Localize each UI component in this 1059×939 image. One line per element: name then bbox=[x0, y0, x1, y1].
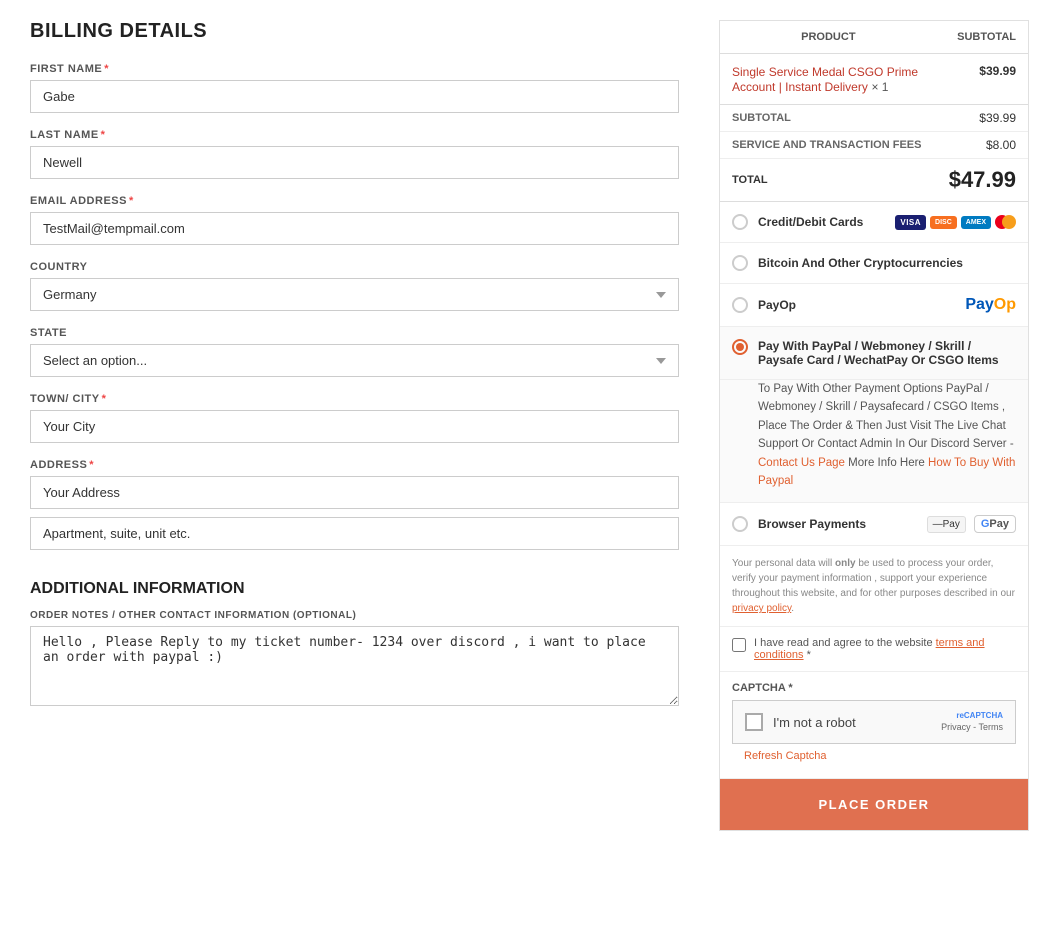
browser-pay-icon: ―Pay bbox=[927, 516, 966, 533]
town-input[interactable] bbox=[30, 410, 679, 443]
discover-icon: DISC bbox=[930, 216, 957, 229]
product-name: Single Service Medal CSGO Prime Account … bbox=[732, 65, 918, 94]
amex-icon: AMEX bbox=[961, 216, 991, 229]
place-order-button[interactable]: PLACE ORDER bbox=[720, 779, 1028, 830]
order-summary-box: PRODUCT SUBTOTAL Single Service Medal CS… bbox=[719, 20, 1029, 831]
last-name-input[interactable] bbox=[30, 146, 679, 179]
address2-input[interactable] bbox=[30, 517, 679, 550]
fees-row: SERVICE AND TRANSACTION FEES $8.00 bbox=[720, 132, 1028, 159]
credit-label: Credit/Debit Cards bbox=[758, 215, 885, 229]
fees-value: $8.00 bbox=[937, 132, 1028, 159]
payop-logo: PayOp bbox=[965, 296, 1016, 314]
additional-section: ADDITIONAL INFORMATION ORDER NOTES / OTH… bbox=[30, 580, 679, 709]
additional-title: ADDITIONAL INFORMATION bbox=[30, 580, 679, 598]
state-group: STATE Select an option... bbox=[30, 327, 679, 377]
email-group: EMAIL ADDRESS* bbox=[30, 195, 679, 245]
browser-label: Browser Payments bbox=[758, 517, 917, 531]
email-input[interactable] bbox=[30, 212, 679, 245]
product-header: PRODUCT bbox=[720, 21, 937, 54]
captcha-label: CAPTCHA * bbox=[732, 682, 1016, 694]
first-name-label: FIRST NAME* bbox=[30, 63, 679, 75]
terms-label: I have read and agree to the website ter… bbox=[754, 637, 1016, 661]
billing-section: BILLING DETAILS FIRST NAME* LAST NAME* E… bbox=[30, 20, 679, 831]
first-name-input[interactable] bbox=[30, 80, 679, 113]
billing-title: BILLING DETAILS bbox=[30, 20, 679, 43]
address-label: ADDRESS* bbox=[30, 459, 679, 471]
paypal-label: Pay With PayPal / Webmoney / Skrill / Pa… bbox=[758, 339, 1016, 367]
country-group: COUNTRY Germany bbox=[30, 261, 679, 311]
terms-row: I have read and agree to the website ter… bbox=[720, 627, 1028, 672]
browser-radio[interactable] bbox=[732, 516, 748, 532]
address-group: ADDRESS* bbox=[30, 459, 679, 550]
country-select[interactable]: Germany bbox=[30, 278, 679, 311]
refresh-captcha-link[interactable]: Refresh Captcha bbox=[732, 744, 1016, 768]
payment-option-credit[interactable]: Credit/Debit Cards VISA DISC AMEX bbox=[720, 202, 1028, 243]
order-notes-textarea[interactable]: Hello , Please Reply to my ticket number… bbox=[30, 626, 679, 706]
product-price: $39.99 bbox=[937, 54, 1028, 105]
last-name-group: LAST NAME* bbox=[30, 129, 679, 179]
total-label: TOTAL bbox=[720, 159, 937, 202]
crypto-radio[interactable] bbox=[732, 255, 748, 271]
last-name-label: LAST NAME* bbox=[30, 129, 679, 141]
fees-label: SERVICE AND TRANSACTION FEES bbox=[720, 132, 937, 159]
product-qty: × 1 bbox=[871, 80, 888, 94]
subtotal-row: SUBTOTAL $39.99 bbox=[720, 105, 1028, 132]
captcha-checkbox[interactable] bbox=[745, 713, 763, 731]
captcha-section: CAPTCHA * I'm not a robot reCAPTCHA Priv… bbox=[720, 672, 1028, 779]
order-summary-panel: PRODUCT SUBTOTAL Single Service Medal CS… bbox=[719, 20, 1029, 831]
paypal-description: To Pay With Other Payment Options PayPal… bbox=[758, 380, 1016, 490]
country-label: COUNTRY bbox=[30, 261, 679, 273]
first-name-group: FIRST NAME* bbox=[30, 63, 679, 113]
payment-option-payop[interactable]: PayOp PayOp bbox=[720, 284, 1028, 327]
captcha-box[interactable]: I'm not a robot reCAPTCHA Privacy - Term… bbox=[732, 700, 1016, 744]
payment-option-crypto[interactable]: Bitcoin And Other Cryptocurrencies bbox=[720, 243, 1028, 284]
table-row: Single Service Medal CSGO Prime Account … bbox=[720, 54, 1028, 105]
town-group: TOWN/ CITY* bbox=[30, 393, 679, 443]
browser-payment-icons: ―Pay GPay bbox=[927, 515, 1016, 533]
subtotal-value: $39.99 bbox=[937, 105, 1028, 132]
crypto-label: Bitcoin And Other Cryptocurrencies bbox=[758, 256, 1016, 270]
recaptcha-logo: reCAPTCHA Privacy - Terms bbox=[941, 711, 1003, 733]
terms-checkbox[interactable] bbox=[732, 638, 746, 652]
subtotal-header: SUBTOTAL bbox=[937, 21, 1028, 54]
gpay-icon: GPay bbox=[974, 515, 1016, 533]
privacy-text: Your personal data will only be used to … bbox=[720, 546, 1028, 627]
mastercard-icon bbox=[995, 215, 1016, 229]
captcha-text: I'm not a robot bbox=[773, 715, 856, 730]
paypal-expanded-content: To Pay With Other Payment Options PayPal… bbox=[720, 380, 1028, 503]
terms-link[interactable]: terms and conditions bbox=[754, 637, 985, 661]
email-label: EMAIL ADDRESS* bbox=[30, 195, 679, 207]
payop-radio[interactable] bbox=[732, 297, 748, 313]
payment-option-paypal[interactable]: Pay With PayPal / Webmoney / Skrill / Pa… bbox=[720, 327, 1028, 380]
payop-label: PayOp bbox=[758, 298, 955, 312]
payment-option-browser[interactable]: Browser Payments ―Pay GPay bbox=[720, 503, 1028, 546]
visa-icon: VISA bbox=[895, 215, 926, 230]
total-row: TOTAL $47.99 bbox=[720, 159, 1028, 202]
payment-options: Credit/Debit Cards VISA DISC AMEX Bit bbox=[720, 202, 1028, 546]
contact-us-link[interactable]: Contact Us Page bbox=[758, 457, 845, 469]
credit-radio[interactable] bbox=[732, 214, 748, 230]
credit-card-icons: VISA DISC AMEX bbox=[895, 215, 1016, 230]
state-select[interactable]: Select an option... bbox=[30, 344, 679, 377]
town-label: TOWN/ CITY* bbox=[30, 393, 679, 405]
address-input[interactable] bbox=[30, 476, 679, 509]
state-label: STATE bbox=[30, 327, 679, 339]
subtotal-label: SUBTOTAL bbox=[720, 105, 937, 132]
order-table: PRODUCT SUBTOTAL Single Service Medal CS… bbox=[720, 21, 1028, 202]
total-value: $47.99 bbox=[937, 159, 1028, 202]
paypal-radio[interactable] bbox=[732, 339, 748, 355]
privacy-policy-link[interactable]: privacy policy bbox=[732, 603, 791, 614]
order-notes-label: ORDER NOTES / OTHER CONTACT INFORMATION … bbox=[30, 610, 679, 621]
